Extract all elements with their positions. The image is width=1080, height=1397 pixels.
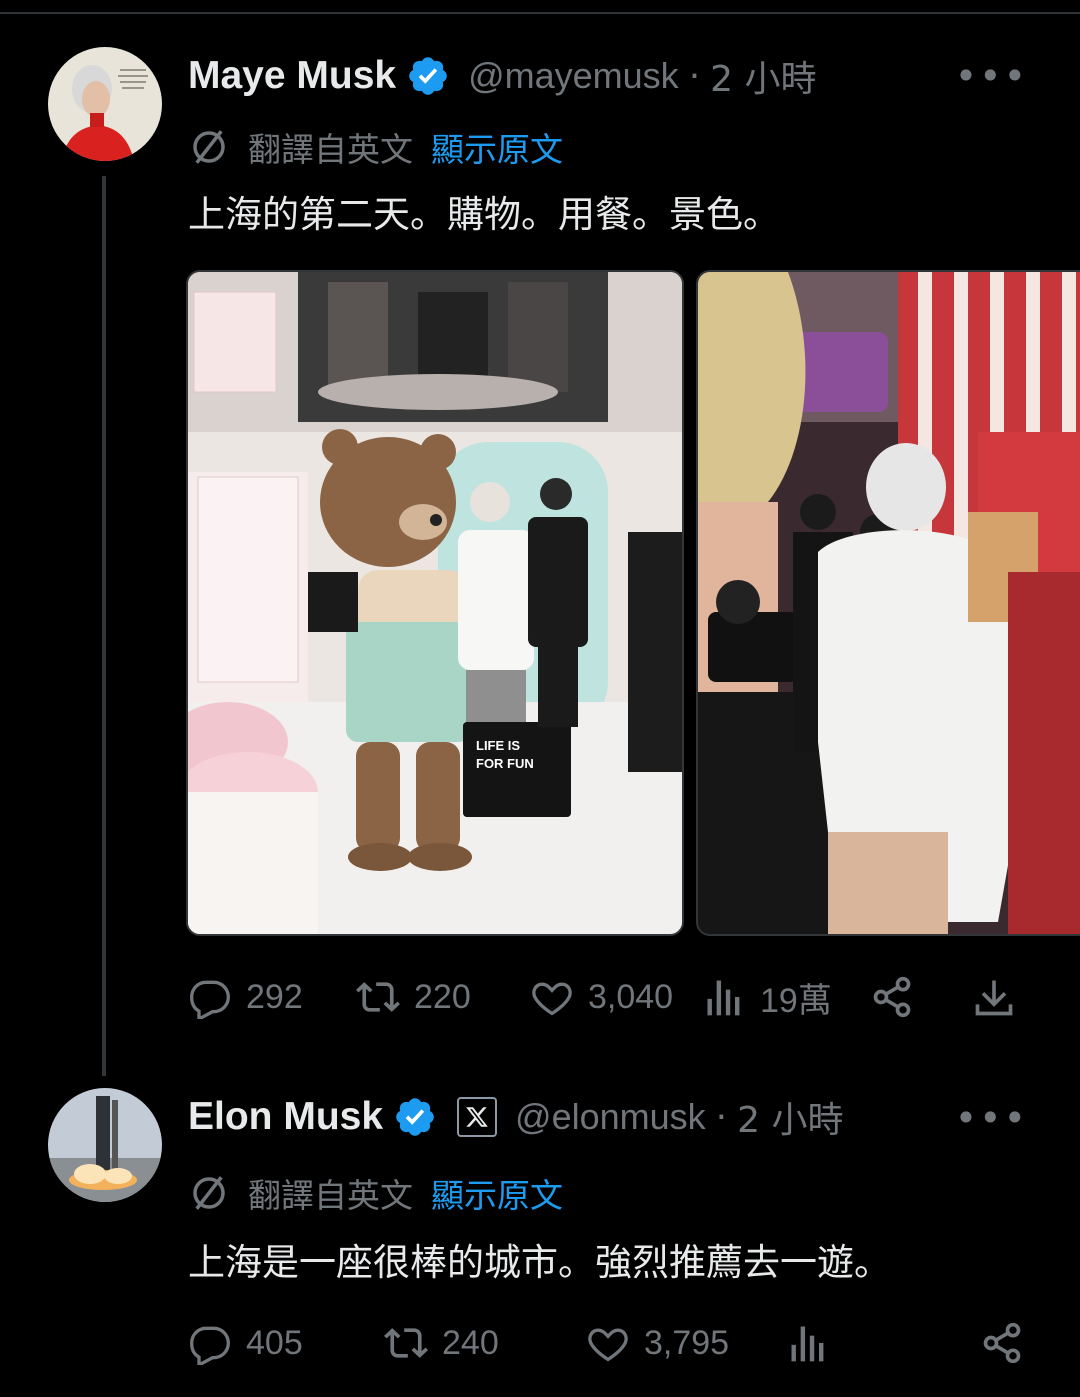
- tweet-text: 上海的第二天。購物。用餐。景色。: [188, 193, 780, 236]
- photo-bear-mascot[interactable]: LIFE IS FOR FUN: [186, 270, 684, 936]
- reply-count: 405: [246, 1323, 303, 1362]
- verified-badge-icon: [409, 57, 447, 95]
- like-button[interactable]: 3,795: [586, 1318, 729, 1368]
- thread-line: [102, 176, 106, 1076]
- like-count: 3,795: [644, 1323, 730, 1362]
- show-original-link[interactable]: 顯示原文: [431, 123, 563, 171]
- views-button[interactable]: [786, 1318, 830, 1368]
- share-button[interactable]: [980, 1318, 1024, 1368]
- reply-count: 292: [246, 977, 303, 1016]
- translate-icon: [193, 1176, 225, 1210]
- retweet-icon: [384, 1328, 428, 1358]
- media-gallery[interactable]: LIFE IS FOR FUN: [186, 270, 1080, 936]
- photo-crowd-store[interactable]: [696, 270, 1080, 936]
- like-count: 3,040: [588, 977, 674, 1016]
- x-logo-icon: [457, 1097, 498, 1137]
- retweet-icon: [356, 982, 400, 1012]
- handle[interactable]: @elonmusk: [515, 1096, 706, 1138]
- views-count: 19萬: [760, 981, 832, 1020]
- share-icon: [873, 976, 911, 1018]
- share-icon: [983, 1322, 1021, 1364]
- timestamp[interactable]: 2 小時: [710, 50, 816, 102]
- translated-label: 翻譯自英文: [248, 1176, 413, 1215]
- retweet-button[interactable]: 220: [356, 972, 471, 1022]
- like-icon: [588, 1328, 628, 1362]
- tote-text-1: LIFE IS: [476, 738, 520, 753]
- tweet-header: Elon Musk @elonmusk · 2 小時: [188, 1092, 843, 1142]
- retweet-button[interactable]: 240: [384, 1318, 499, 1368]
- reply-icon: [190, 980, 230, 1019]
- like-icon: [532, 982, 572, 1016]
- tote-text-2: FOR FUN: [476, 756, 534, 771]
- reply-button[interactable]: 405: [188, 1318, 303, 1368]
- tweet-maye-musk[interactable]: Maye Musk @mayemusk · 2 小時 ••• 翻譯自英文 顯示原…: [0, 0, 1080, 1076]
- retweet-count: 240: [442, 1323, 499, 1362]
- display-name[interactable]: Maye Musk: [188, 54, 396, 98]
- reply-button[interactable]: 292: [188, 972, 303, 1022]
- translation-row: 翻譯自英文 顯示原文: [188, 1171, 563, 1215]
- verified-badge-icon: [396, 1098, 434, 1136]
- avatar-maye-musk[interactable]: [48, 47, 162, 161]
- separator-dot: ·: [715, 1096, 728, 1138]
- translate-icon: [193, 130, 225, 164]
- tweet-text: 上海是一座很棒的城市。強烈推薦去一遊。: [188, 1241, 891, 1284]
- timestamp[interactable]: 2 小時: [737, 1091, 843, 1143]
- views-icon: [791, 1326, 824, 1362]
- tweet-elon-musk[interactable]: Elon Musk @elonmusk · 2 小時 ••• 翻譯自英文 顯示原…: [0, 1070, 1080, 1397]
- action-bar: 405 240 3,795: [188, 1318, 1028, 1368]
- like-button[interactable]: 3,040: [530, 972, 673, 1022]
- display-name[interactable]: Elon Musk: [188, 1095, 383, 1139]
- show-original-link[interactable]: 顯示原文: [431, 1169, 563, 1217]
- views-button[interactable]: 19萬: [702, 972, 832, 1022]
- download-icon: [975, 980, 1013, 1016]
- more-icon[interactable]: •••: [955, 1096, 1028, 1140]
- more-icon[interactable]: •••: [955, 54, 1028, 98]
- separator-dot: ·: [688, 55, 701, 97]
- views-icon: [707, 980, 740, 1016]
- download-button[interactable]: [972, 972, 1016, 1022]
- retweet-count: 220: [414, 977, 471, 1016]
- translated-label: 翻譯自英文: [248, 130, 413, 169]
- avatar-elon-musk[interactable]: [48, 1088, 162, 1202]
- handle[interactable]: @mayemusk: [468, 55, 679, 97]
- action-bar: 292 220 3,040 19萬: [188, 972, 1028, 1022]
- share-button[interactable]: [870, 972, 914, 1022]
- tweet-header: Maye Musk @mayemusk · 2 小時: [188, 51, 817, 101]
- translation-row: 翻譯自英文 顯示原文: [188, 125, 563, 169]
- reply-icon: [190, 1326, 230, 1365]
